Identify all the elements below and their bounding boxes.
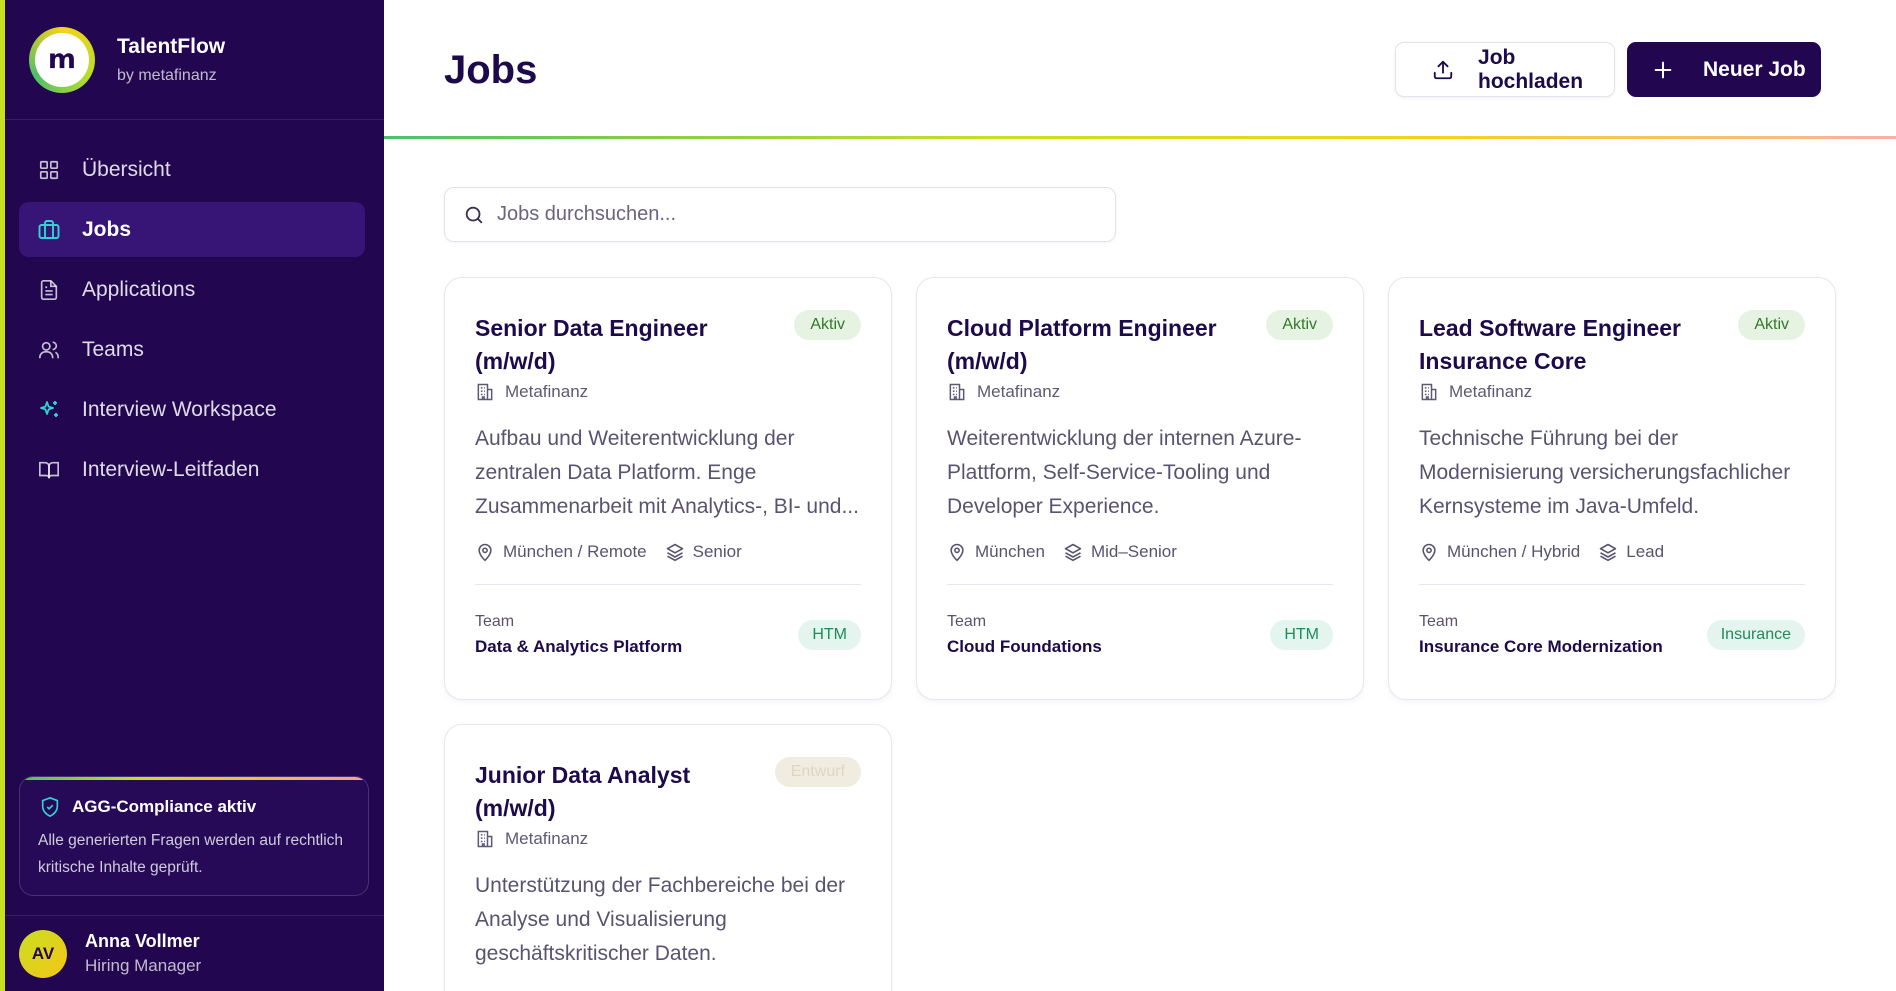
job-location: München xyxy=(975,542,1045,561)
job-description: Unterstützung der Fachbereiche bei der A… xyxy=(475,874,846,965)
sidebar-item-label: Jobs xyxy=(82,217,132,241)
users-icon xyxy=(36,337,62,363)
job-title: Senior Data Engineer (m/w/d) xyxy=(475,315,708,374)
job-description: Aufbau und Weiterentwicklung der zentral… xyxy=(475,427,859,518)
team-label: Team xyxy=(947,613,987,630)
new-job-button[interactable]: Neuer Job xyxy=(1627,42,1821,97)
upload-job-button[interactable]: Job hochladen xyxy=(1395,42,1615,97)
building-icon xyxy=(475,382,495,402)
building-icon xyxy=(947,382,967,402)
job-card[interactable]: Junior Data Analyst (m/w/d) Entwurf Meta… xyxy=(444,724,892,991)
sidebar-item-label: Interview-Leitfaden xyxy=(82,457,260,481)
company-name: Metafinanz xyxy=(505,829,589,848)
team-badge: HTM xyxy=(798,620,861,650)
team-badge: HTM xyxy=(1270,620,1333,650)
brand-name: TalentFlow xyxy=(117,34,226,58)
team-label: Team xyxy=(1419,613,1459,630)
plus-icon xyxy=(1651,58,1675,82)
sidebar-item-interview-workspace[interactable]: Interview Workspace xyxy=(19,382,365,437)
grid-icon xyxy=(36,157,62,183)
compliance-card: AGG-Compliance aktiv Alle generierten Fr… xyxy=(19,776,369,896)
map-pin-icon xyxy=(947,542,967,562)
sidebar-item-label: Interview Workspace xyxy=(82,397,277,421)
layers-icon xyxy=(665,542,685,562)
upload-job-label: Job hochladen xyxy=(1478,45,1584,93)
header: Jobs Job hochladen Neuer Job xyxy=(384,0,1896,139)
brand[interactable]: m TalentFlow by metafinanz xyxy=(5,0,384,120)
sidebar: m TalentFlow by metafinanz Übersicht Job… xyxy=(0,0,384,991)
company-name: Metafinanz xyxy=(1449,382,1533,401)
logo: m xyxy=(29,26,95,93)
job-level: Lead xyxy=(1626,542,1665,561)
search-input[interactable] xyxy=(497,203,1097,226)
job-card[interactable]: Senior Data Engineer (m/w/d) Aktiv Metaf… xyxy=(444,277,892,700)
sidebar-item-interview-guide[interactable]: Interview-Leitfaden xyxy=(19,442,365,497)
status-badge: Aktiv xyxy=(1738,310,1805,340)
upload-icon xyxy=(1432,58,1454,82)
book-icon xyxy=(36,457,62,483)
job-card[interactable]: Cloud Platform Engineer (m/w/d) Aktiv Me… xyxy=(916,277,1364,700)
new-job-label: Neuer Job xyxy=(1703,57,1806,81)
map-pin-icon xyxy=(475,542,495,562)
user-profile[interactable]: AV Anna Vollmer Hiring Manager xyxy=(5,915,384,991)
job-description: Weiterentwicklung der internen Azure-Pla… xyxy=(947,427,1302,518)
team-name: Cloud Foundations xyxy=(947,637,1102,656)
job-location: München / Hybrid xyxy=(1447,542,1581,561)
team-name: Insurance Core Modernization xyxy=(1419,637,1663,656)
document-icon xyxy=(36,277,62,303)
search-box[interactable] xyxy=(444,187,1116,242)
user-name: Anna Vollmer xyxy=(85,931,200,951)
team-name: Data & Analytics Platform xyxy=(475,637,683,656)
building-icon xyxy=(475,829,495,849)
building-icon xyxy=(1419,382,1439,402)
logo-letter: m xyxy=(35,32,89,87)
compliance-text: Alle generierten Fragen werden auf recht… xyxy=(38,832,344,876)
status-badge: Aktiv xyxy=(794,310,861,340)
brand-subtitle: by metafinanz xyxy=(117,66,217,84)
sparkles-icon xyxy=(36,397,62,423)
sidebar-item-label: Übersicht xyxy=(82,157,171,181)
status-badge: Aktiv xyxy=(1266,310,1333,340)
sidebar-nav: Übersicht Jobs Applications Teams Interv… xyxy=(5,120,384,497)
sidebar-item-teams[interactable]: Teams xyxy=(19,322,365,377)
sidebar-item-label: Teams xyxy=(82,337,144,361)
page-title: Jobs xyxy=(444,48,538,92)
job-title: Cloud Platform Engineer (m/w/d) xyxy=(947,315,1217,374)
job-level: Mid–Senior xyxy=(1090,542,1177,561)
sidebar-item-applications[interactable]: Applications xyxy=(19,262,365,317)
company-name: Metafinanz xyxy=(977,382,1061,401)
team-label: Team xyxy=(475,613,515,630)
job-card[interactable]: Lead Software Engineer Insurance Core Ak… xyxy=(1388,277,1836,700)
job-location: München / Remote xyxy=(503,542,647,561)
company-name: Metafinanz xyxy=(505,382,589,401)
team-badge: Insurance xyxy=(1706,620,1805,650)
user-role: Hiring Manager xyxy=(85,956,202,975)
sidebar-item-jobs[interactable]: Jobs xyxy=(19,202,365,257)
job-level: Senior xyxy=(692,542,742,561)
briefcase-icon xyxy=(36,217,62,243)
sidebar-item-label: Applications xyxy=(82,277,196,301)
job-description: Technische Führung bei der Modernisierun… xyxy=(1419,427,1791,518)
map-pin-icon xyxy=(1419,542,1439,562)
compliance-title: AGG-Compliance aktiv xyxy=(72,797,257,816)
shield-check-icon xyxy=(38,795,62,819)
layers-icon xyxy=(1063,542,1083,562)
avatar: AV xyxy=(19,929,67,978)
search-icon xyxy=(463,204,485,226)
layers-icon xyxy=(1598,542,1618,562)
job-title: Junior Data Analyst (m/w/d) xyxy=(475,762,691,821)
status-badge: Entwurf xyxy=(774,757,861,787)
sidebar-item-overview[interactable]: Übersicht xyxy=(19,142,365,197)
job-title: Lead Software Engineer Insurance Core xyxy=(1419,315,1682,374)
